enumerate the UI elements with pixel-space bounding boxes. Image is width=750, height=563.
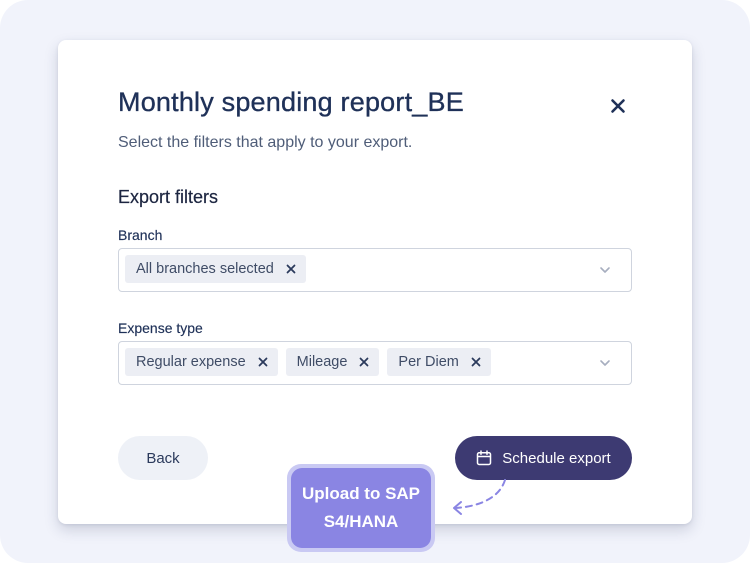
branch-label: Branch [118,227,163,243]
chip-label: All branches selected [136,261,274,277]
modal-subtitle: Select the filters that apply to your ex… [118,134,413,151]
back-button-label: Back [146,449,180,467]
chip-regular-expense: Regular expense [125,348,278,376]
chip-remove-icon[interactable] [258,357,268,367]
back-button[interactable]: Back [118,436,208,480]
upload-sap-callout[interactable]: Upload to SAP S4/HANA [291,468,431,548]
modal-title: Monthly spending report_BE [118,87,464,117]
chip-remove-icon[interactable] [286,264,296,274]
expense-type-label: Expense type [118,320,203,336]
calendar-icon [477,450,492,466]
export-modal: Monthly spending report_BE Select the fi… [58,40,692,524]
expense-type-select[interactable]: Regular expense Mileage Per Diem [118,341,632,385]
schedule-export-label: Schedule export [502,449,611,467]
chip-all-branches: All branches selected [125,255,306,283]
close-icon[interactable] [606,94,630,118]
callout-outline: Upload to SAP S4/HANA [287,464,435,552]
branch-select[interactable]: All branches selected [118,248,632,292]
chip-per-diem: Per Diem [387,348,491,376]
section-title: Export filters [118,187,219,207]
chip-mileage: Mileage [285,348,380,376]
chip-label: Mileage [296,354,348,370]
chip-remove-icon[interactable] [471,357,481,367]
chevron-down-icon[interactable] [599,266,611,274]
callout-line-2: S4/HANA [323,512,399,531]
chip-label: Regular expense [136,354,246,370]
chip-label: Per Diem [398,354,459,370]
chip-remove-icon[interactable] [359,357,369,367]
dashed-arrow-icon [453,479,506,515]
schedule-export-button[interactable]: Schedule export [455,436,632,480]
callout-line-1: Upload to SAP [301,484,421,503]
chevron-down-icon[interactable] [599,359,611,367]
